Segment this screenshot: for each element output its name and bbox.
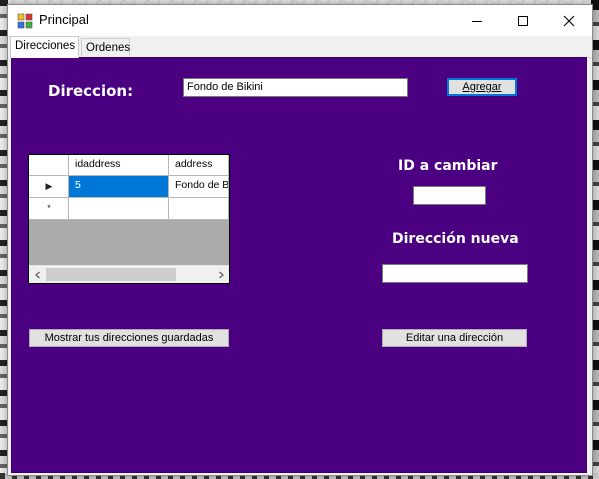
id-a-cambiar-label: ID a cambiar (398, 158, 498, 174)
tab-strip: Direcciones Ordenes (8, 36, 592, 58)
horizontal-scrollbar[interactable] (29, 265, 229, 283)
scroll-left-button[interactable] (29, 266, 46, 283)
tab-direcciones[interactable]: Direcciones (10, 36, 79, 58)
direccion-nueva-input[interactable] (382, 264, 528, 283)
window-title: Principal (39, 12, 89, 27)
mostrar-direcciones-button[interactable]: Mostrar tus direcciones guardadas (29, 329, 229, 347)
new-row-cell-address[interactable] (169, 198, 229, 220)
id-a-cambiar-input[interactable] (413, 186, 486, 205)
column-header-idaddress[interactable]: idaddress (69, 155, 169, 176)
grid-corner-header[interactable] (29, 155, 69, 176)
editar-direccion-button[interactable]: Editar una dirección (382, 329, 527, 347)
minimize-button[interactable] (454, 5, 500, 36)
table-cell-idaddress[interactable]: 5 (69, 176, 169, 198)
main-window: Principal Direcciones Ordenes Direccion:… (7, 4, 593, 476)
new-row-cell-idaddress[interactable] (69, 198, 169, 220)
chevron-right-icon (218, 271, 224, 278)
direccion-nueva-label: Dirección nueva (392, 231, 519, 247)
app-icon (17, 13, 33, 29)
close-button[interactable] (546, 5, 592, 36)
direccion-label: Direccion: (48, 82, 134, 100)
tab-ordenes[interactable]: Ordenes (81, 38, 130, 56)
table-cell-address[interactable]: Fondo de Bikini (169, 176, 229, 198)
title-bar[interactable]: Principal (8, 5, 592, 36)
column-header-address[interactable]: address (169, 155, 229, 176)
direcciones-panel: Direccion: Fondo de Bikini Agregar idadd… (11, 57, 587, 473)
minimize-icon (472, 20, 482, 22)
direccion-input[interactable]: Fondo de Bikini (183, 78, 408, 97)
agregar-button-label: Agregar (462, 81, 502, 93)
maximize-button[interactable] (500, 5, 546, 36)
scrollbar-thumb[interactable] (46, 268, 176, 281)
maximize-icon (518, 15, 528, 26)
addresses-grid[interactable]: idaddress address ▶ 5 Fondo de Bikini * (28, 154, 230, 284)
close-icon (563, 15, 575, 26)
new-row-asterisk-icon: * (47, 203, 51, 213)
scroll-right-button[interactable] (212, 266, 229, 283)
row-header-current[interactable]: ▶ (29, 176, 69, 198)
chevron-left-icon (34, 271, 40, 278)
agregar-button[interactable]: Agregar (447, 78, 517, 96)
row-header-new[interactable]: * (29, 198, 69, 220)
current-row-arrow-icon: ▶ (45, 181, 53, 191)
